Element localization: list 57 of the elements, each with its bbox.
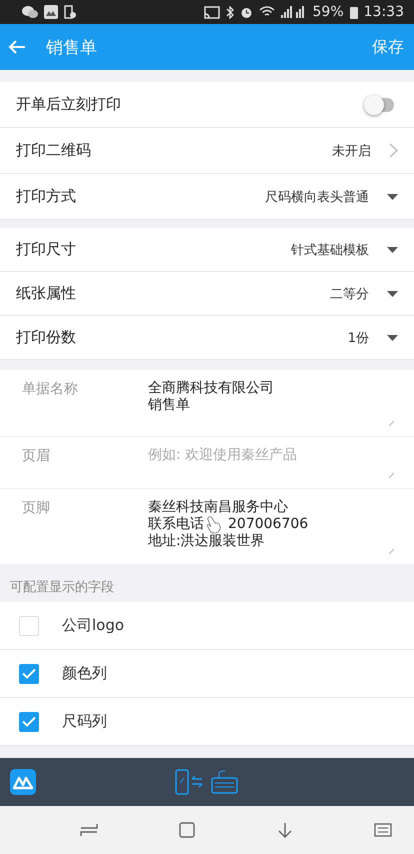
setting-value[interactable]: 针式基础模板	[291, 240, 369, 258]
field-option-label: 尺码列	[62, 712, 107, 731]
dropdown-caret-icon[interactable]	[387, 194, 398, 200]
text-line: 联系电话	[148, 516, 204, 533]
keyboard-icon[interactable]	[374, 823, 392, 837]
battery-percent: 59%	[312, 4, 344, 20]
field-option-label: 公司logo	[62, 616, 124, 635]
text-area[interactable]: 秦丝科技南昌服务中心 联系电话 207006706 地址:洪达服装世界	[148, 499, 398, 564]
resize-grip-icon	[389, 549, 394, 554]
resize-grip-icon	[389, 473, 394, 478]
setting-label: 打印二维码	[16, 141, 91, 160]
dropdown-caret-icon[interactable]	[387, 334, 398, 340]
chevron-right-icon	[389, 143, 398, 158]
recent-apps-icon[interactable]	[80, 823, 98, 837]
hand-cursor-icon	[206, 516, 222, 534]
chat-icon	[22, 6, 38, 18]
setting-label: 打印方式	[16, 187, 76, 206]
dropdown-caret-icon[interactable]	[387, 290, 398, 296]
setting-value[interactable]: 尺码横向表头普通	[265, 188, 369, 206]
setting-label: 开单后立刻打印	[16, 95, 121, 114]
text-line: 207006706	[228, 516, 308, 533]
setting-value[interactable]: 二等分	[330, 284, 369, 302]
setting-label: 打印份数	[16, 328, 76, 347]
text-line: 地址:洪达服装世界	[148, 533, 266, 550]
field-label: 页眉	[22, 447, 51, 466]
alarm-icon	[240, 6, 253, 18]
text-area[interactable]: 全商腾科技有限公司 销售单	[148, 380, 398, 436]
field-label: 页脚	[22, 499, 51, 518]
setting-label: 纸张属性	[16, 284, 76, 303]
field-label: 单据名称	[22, 380, 79, 399]
cast-icon	[204, 6, 220, 18]
phone-keyboard-sync-icon[interactable]	[175, 769, 239, 795]
back-arrow-icon[interactable]	[276, 822, 293, 838]
signal-icon	[280, 6, 307, 18]
text-line: 销售单	[148, 397, 191, 414]
dropdown-caret-icon[interactable]	[387, 246, 398, 252]
text-line: 秦丝科技南昌服务中心	[148, 499, 289, 516]
back-icon[interactable]	[8, 39, 26, 55]
setting-label: 打印尺寸	[16, 240, 76, 259]
bluetooth-icon	[226, 6, 234, 18]
file-icon	[64, 5, 76, 19]
setting-value[interactable]: 1份	[348, 328, 369, 346]
home-icon[interactable]	[179, 822, 196, 838]
field-option-label: 颜色列	[62, 664, 107, 683]
app-logo-icon[interactable]	[10, 769, 36, 795]
checkbox[interactable]	[19, 712, 39, 732]
text-line: 全商腾科技有限公司	[148, 380, 275, 397]
wifi-icon	[258, 6, 275, 18]
clock: 13:33	[364, 4, 404, 20]
page-title: 销售单	[46, 36, 98, 58]
battery-icon	[350, 6, 358, 18]
setting-value[interactable]: 未开启	[332, 142, 371, 160]
checkbox[interactable]	[19, 664, 39, 684]
gallery-icon	[44, 5, 58, 19]
section-title: 可配置显示的字段	[9, 579, 115, 597]
resize-grip-icon	[389, 421, 394, 426]
placeholder-text: 例如: 欢迎使用秦丝产品	[148, 447, 298, 464]
